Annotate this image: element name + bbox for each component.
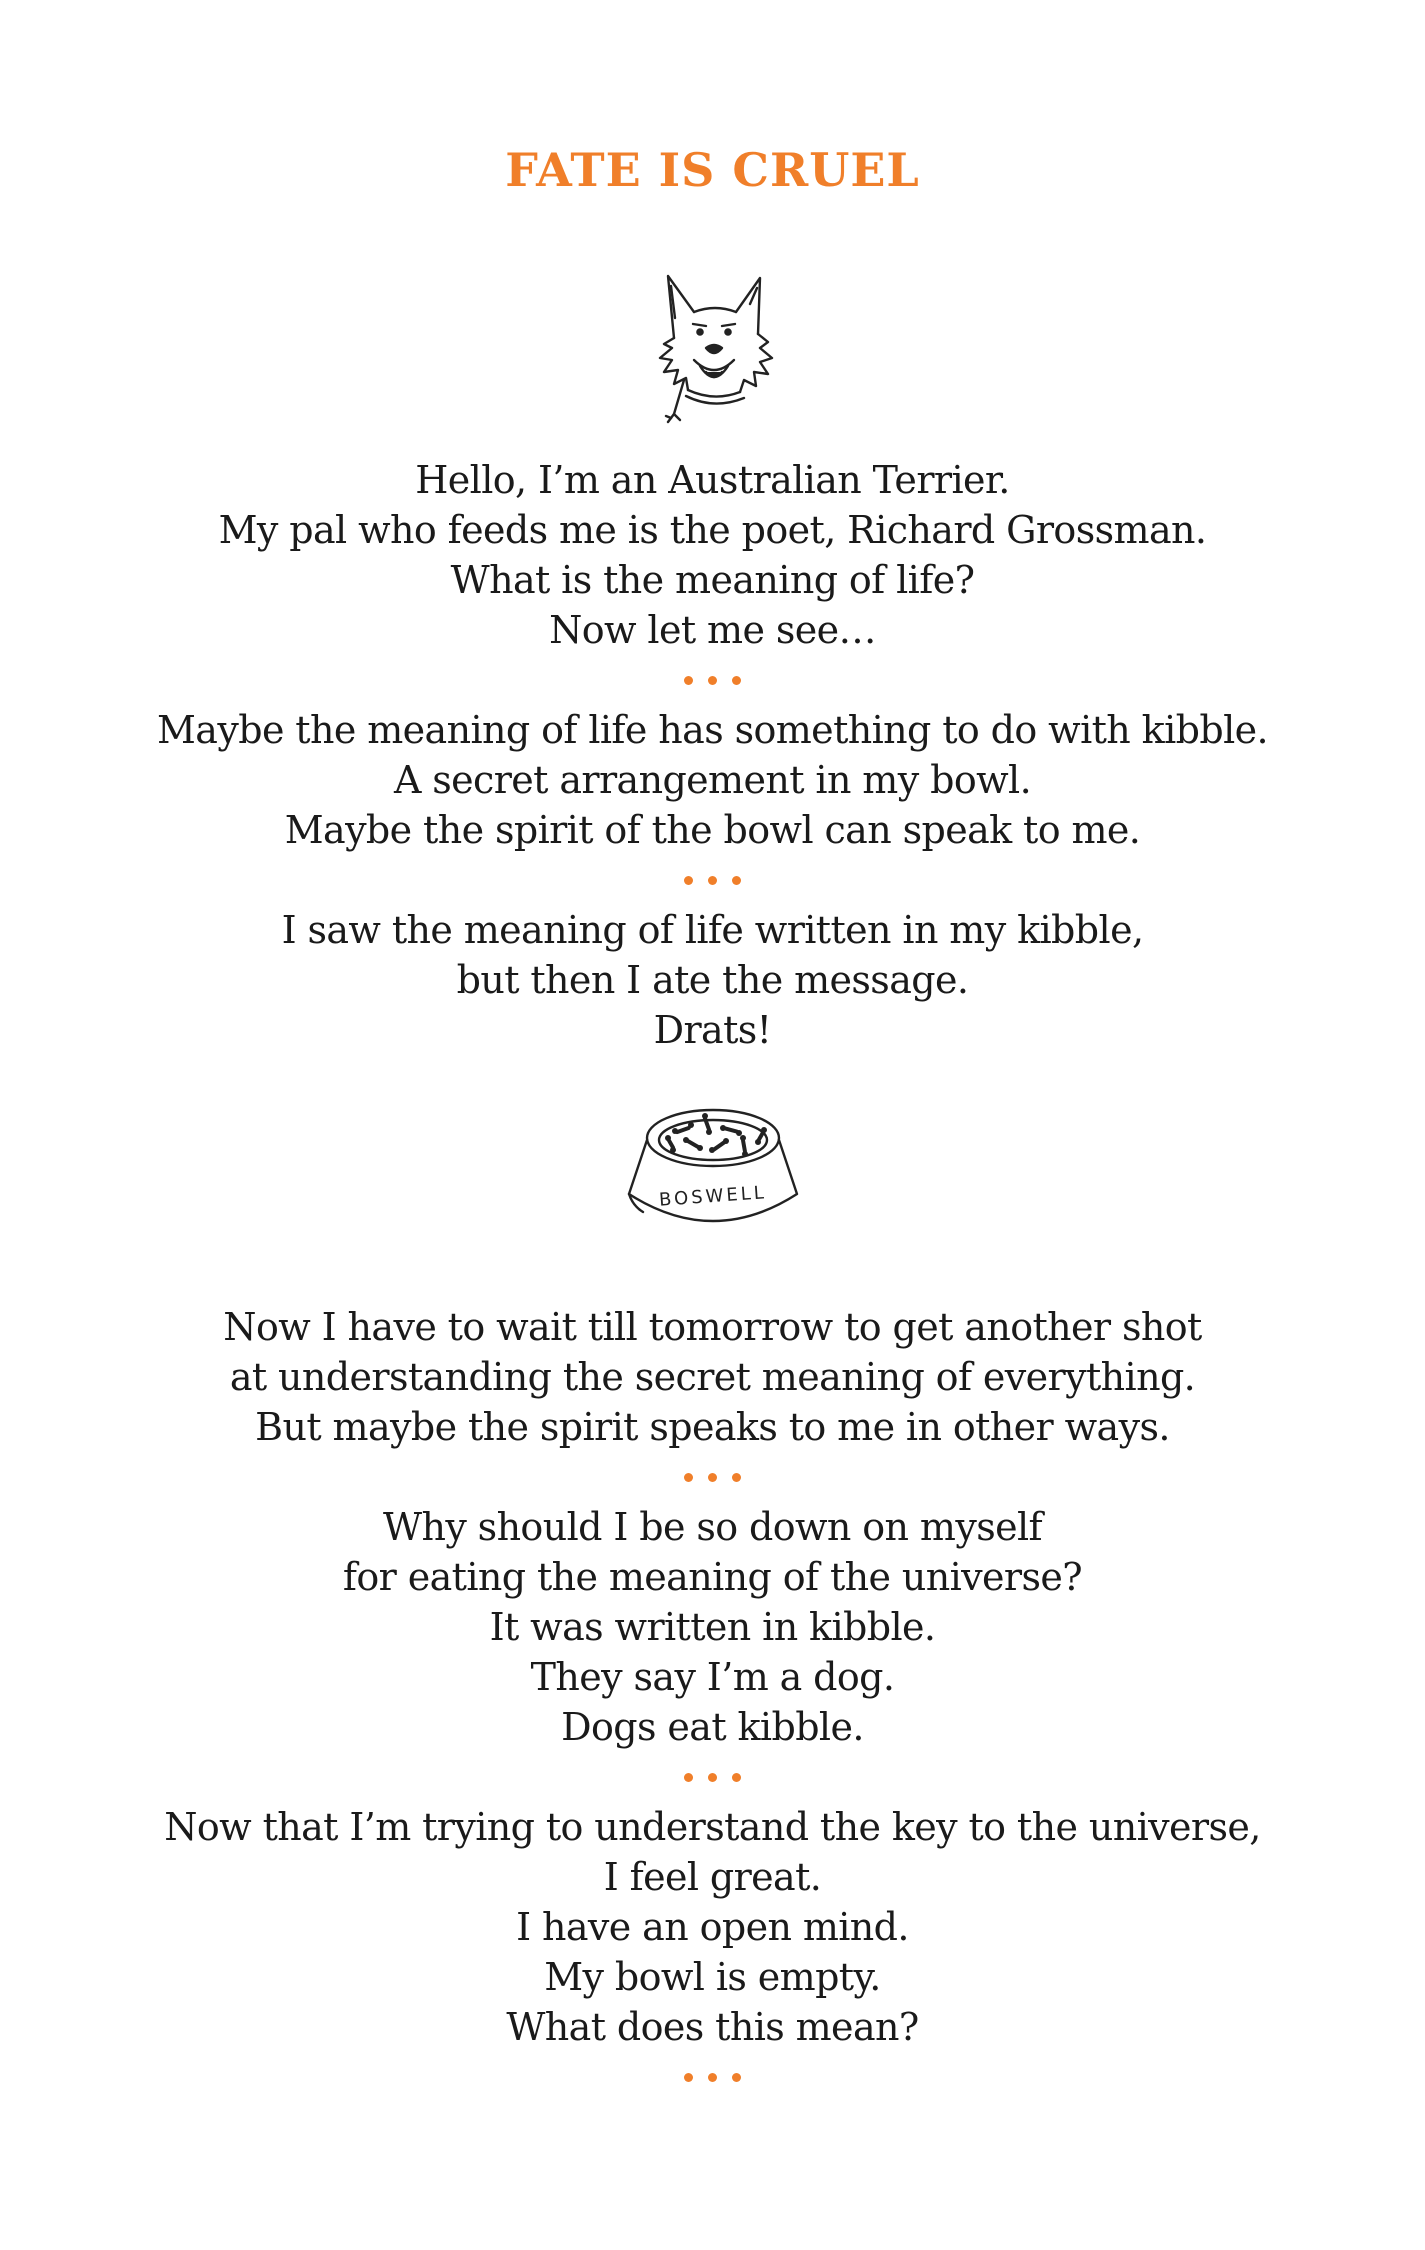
stanza-5: Why should I be so down on myself for ea…: [0, 1502, 1425, 1802]
separator-dot: [684, 875, 693, 885]
stanza-separator: [0, 1752, 1425, 1802]
poem-line: But maybe the spirit speaks to me in oth…: [255, 1405, 1170, 1449]
bowl-label: BOSWELL: [658, 1182, 767, 1210]
stanza-3: I saw the meaning of life written in my …: [0, 905, 1425, 1055]
stanza-6: Now that I’m trying to understand the ke…: [0, 1802, 1425, 2102]
separator-dot: [684, 675, 693, 685]
poem-line: A secret arrangement in my bowl.: [393, 758, 1032, 802]
poem-line: Why should I be so down on myself: [382, 1505, 1043, 1549]
poem-line: I have an open mind.: [516, 1905, 909, 1949]
poem-line: My pal who feeds me is the poet, Richard…: [218, 508, 1207, 552]
separator-dot: [684, 1772, 693, 1782]
separator-dot: [684, 2072, 693, 2082]
poem-line: Maybe the spirit of the bowl can speak t…: [284, 808, 1141, 852]
poem-title: FATE IS CRUEL: [505, 143, 920, 197]
stanza-separator: [0, 2052, 1425, 2102]
poem-line: Now that I’m trying to understand the ke…: [164, 1805, 1261, 1849]
separator-dot: [732, 875, 741, 885]
poem-line: I feel great.: [603, 1855, 822, 1899]
separator-dot: [708, 675, 717, 685]
kibble-bowl-illustration: BOSWELL: [0, 1098, 1425, 1248]
separator-dot: [732, 2072, 741, 2082]
separator-dot: [684, 1472, 693, 1482]
poem-line: My bowl is empty.: [544, 1955, 881, 1999]
poem-line: but then I ate the message.: [456, 958, 969, 1002]
stanza-separator: [0, 1452, 1425, 1502]
separator-dot: [732, 675, 741, 685]
poem-line: Drats!: [653, 1008, 772, 1052]
poem-line: for eating the meaning of the universe?: [342, 1555, 1083, 1599]
separator-dot: [732, 1472, 741, 1482]
poem-line: What is the meaning of life?: [450, 558, 975, 602]
stanza-2: Maybe the meaning of life has something …: [0, 705, 1425, 905]
terrier-illustration: [0, 268, 1425, 428]
stanza-1: Hello, I’m an Australian Terrier. My pal…: [0, 455, 1425, 705]
separator-dot: [708, 1472, 717, 1482]
poem-line: It was written in kibble.: [489, 1605, 936, 1649]
poem-line: I saw the meaning of life written in my …: [281, 908, 1144, 952]
poem-page: FATE IS CRUEL Hello, I’m an Australian T…: [0, 0, 1425, 2250]
dog-bowl-icon: BOSWELL: [627, 1108, 798, 1223]
separator-dot: [708, 1772, 717, 1782]
separator-dot: [708, 2072, 717, 2082]
poem-line: Hello, I’m an Australian Terrier.: [415, 458, 1010, 502]
separator-dot: [732, 1772, 741, 1782]
separator-dot: [708, 875, 717, 885]
poem-line: Now let me see…: [549, 608, 876, 652]
stanza-4: Now I have to wait till tomorrow to get …: [0, 1302, 1425, 1502]
poem-line: Dogs eat kibble.: [561, 1705, 864, 1749]
stanza-separator: [0, 855, 1425, 905]
terrier-head-icon: [658, 274, 773, 424]
stanza-separator: [0, 655, 1425, 705]
poem-line: at understanding the secret meaning of e…: [229, 1355, 1196, 1399]
poem-line: Now I have to wait till tomorrow to get …: [223, 1305, 1202, 1349]
poem-line: What does this mean?: [506, 2005, 919, 2049]
poem-line: They say I’m a dog.: [530, 1655, 895, 1699]
poem-line: Maybe the meaning of life has something …: [156, 708, 1269, 752]
